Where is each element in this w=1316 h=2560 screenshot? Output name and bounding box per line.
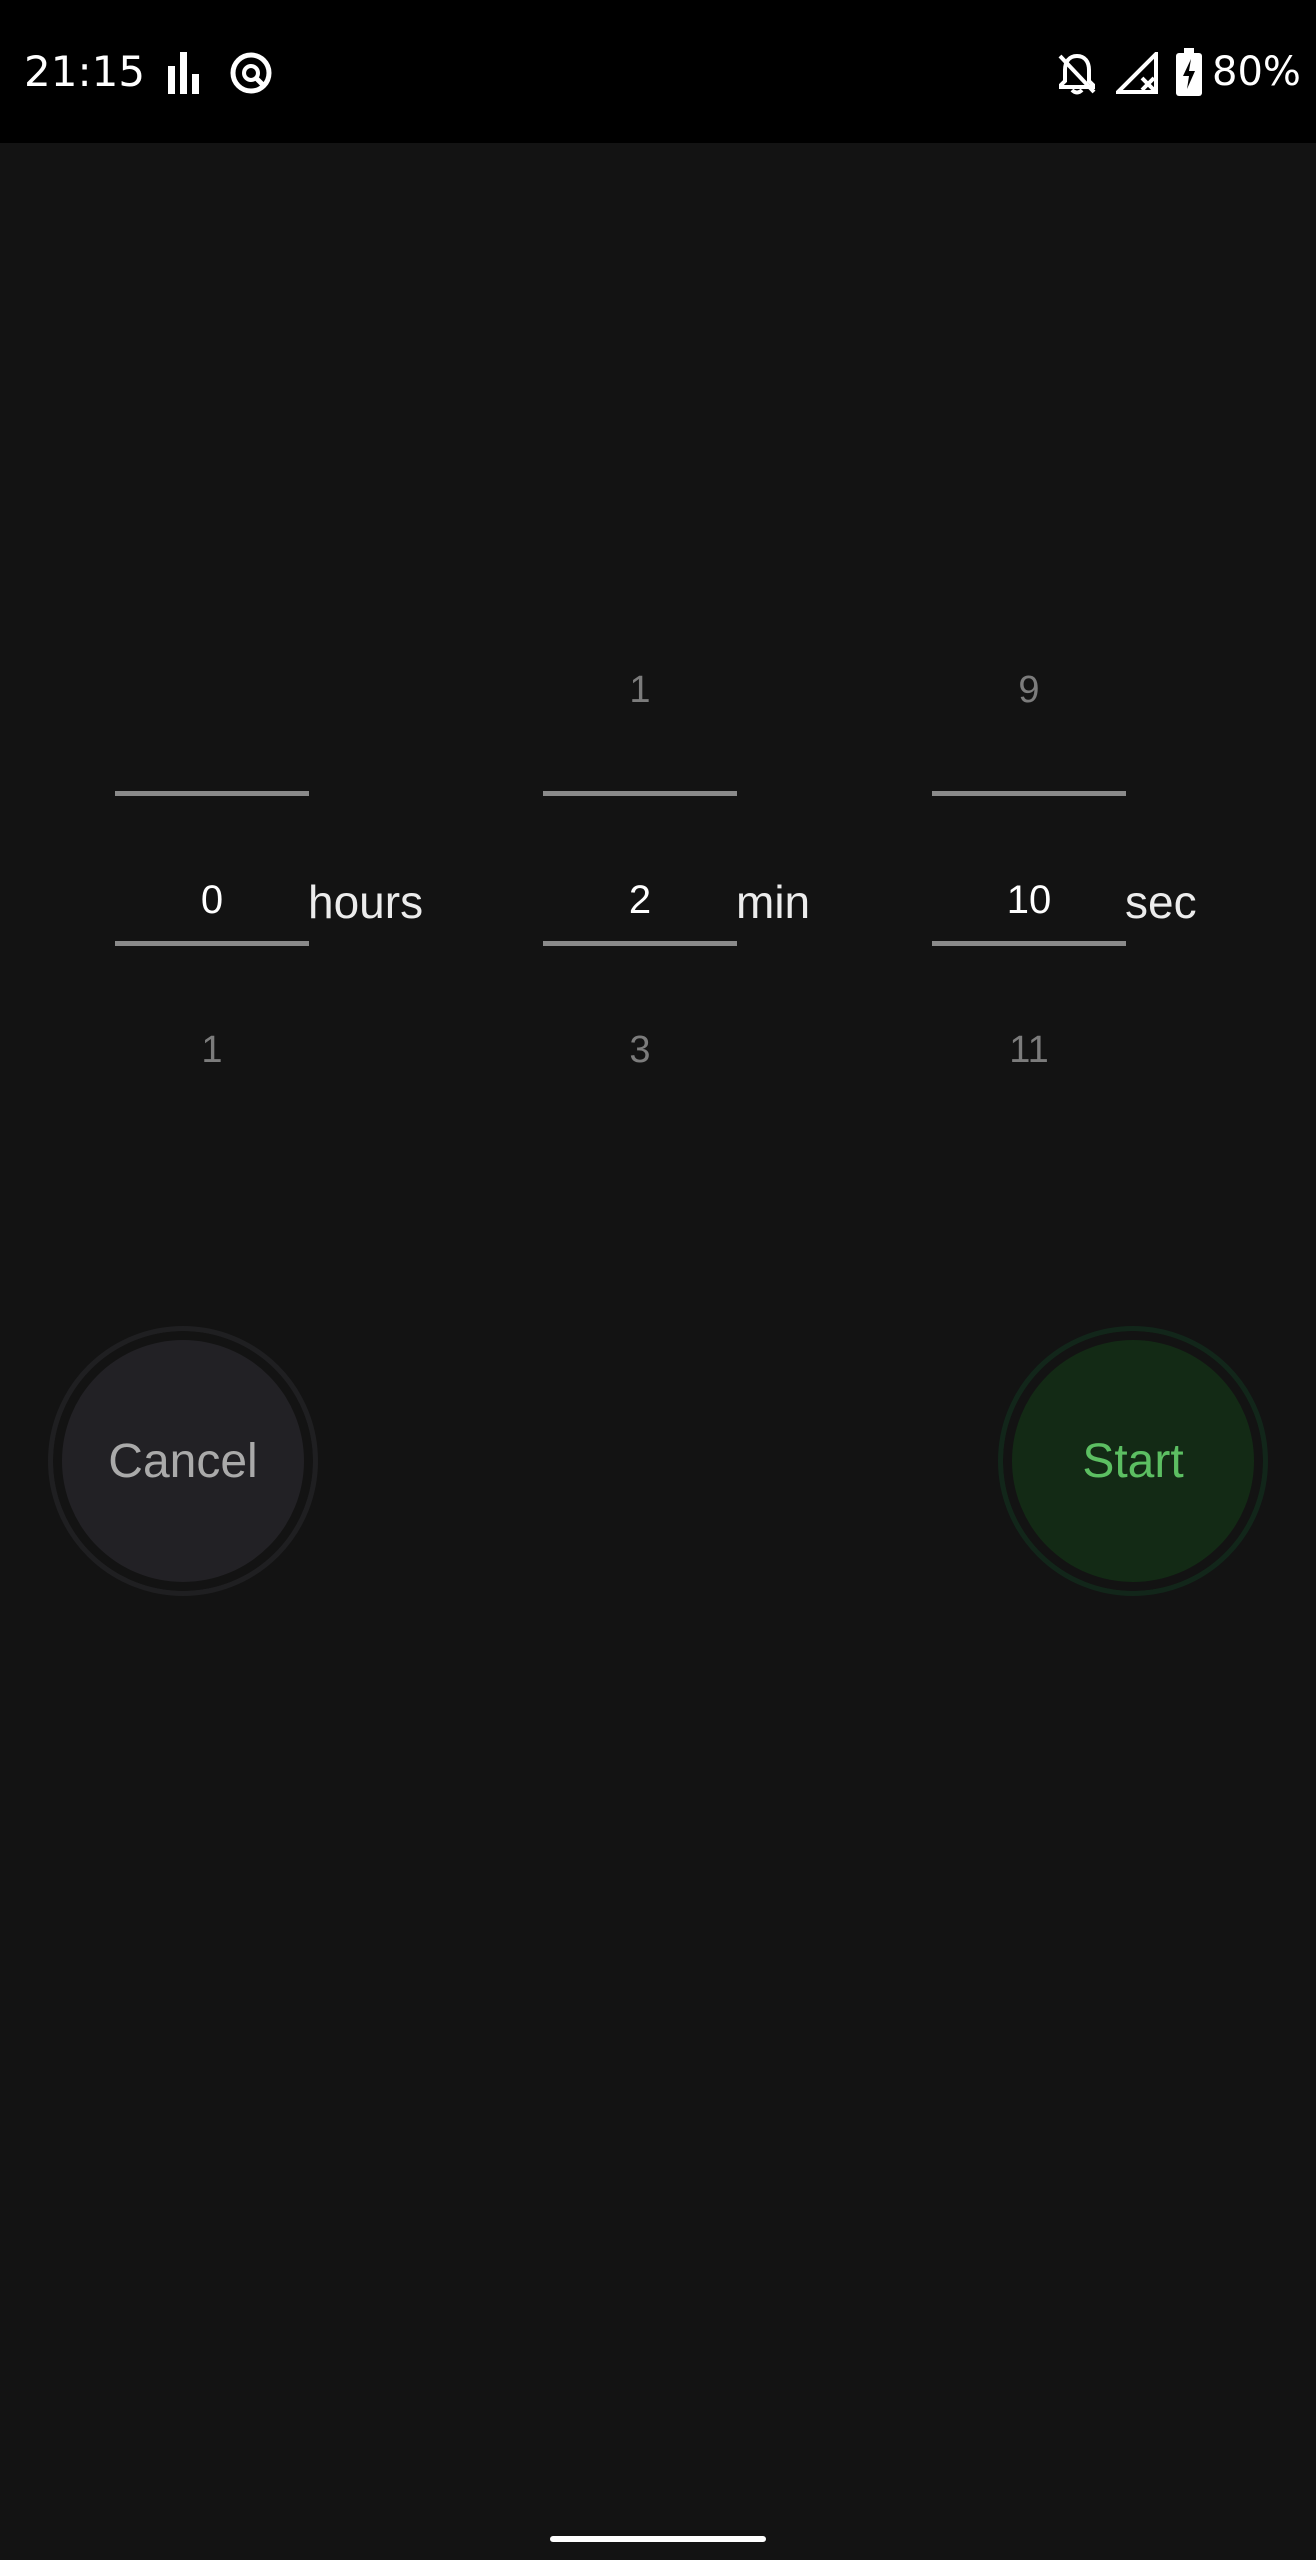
minutes-next-value[interactable]: 3 [543, 1025, 737, 1075]
notifications-off-icon [1056, 52, 1098, 101]
seconds-top-divider [932, 791, 1126, 796]
minutes-selected-value[interactable]: 2 [543, 870, 737, 930]
battery-charging-icon [1176, 48, 1202, 101]
start-button[interactable]: Start [998, 1326, 1268, 1596]
minutes-previous-value[interactable]: 1 [543, 665, 737, 715]
seconds-bottom-divider [932, 941, 1126, 946]
minutes-top-divider [543, 791, 737, 796]
minutes-picker[interactable]: 1 2 3 min [543, 660, 843, 1080]
no-signal-icon [1113, 49, 1158, 99]
hours-next-value[interactable]: 1 [115, 1025, 309, 1075]
battery-percentage: 80% [1212, 49, 1301, 95]
data-saver-icon [228, 50, 274, 101]
seconds-selected-value[interactable]: 10 [932, 870, 1126, 930]
hours-top-divider [115, 791, 309, 796]
hours-selected-value[interactable]: 0 [115, 870, 309, 930]
seconds-unit-label: sec [1125, 876, 1197, 928]
gesture-nav-bar[interactable] [550, 2536, 766, 2542]
hours-picker[interactable]: 0 1 hours [115, 660, 435, 1080]
status-time: 21:15 [24, 47, 146, 96]
start-button-label: Start [1082, 1434, 1184, 1488]
status-bar: 21:15 80% [0, 0, 1316, 143]
seconds-next-value[interactable]: 11 [932, 1025, 1126, 1075]
minutes-unit-label: min [736, 876, 811, 928]
minutes-bottom-divider [543, 941, 737, 946]
seconds-picker[interactable]: 9 10 11 sec [932, 660, 1232, 1080]
cancel-button[interactable]: Cancel [48, 1326, 318, 1596]
hours-unit-label: hours [308, 876, 424, 928]
signal-strength-icon [166, 52, 202, 99]
seconds-previous-value[interactable]: 9 [932, 665, 1126, 715]
hours-bottom-divider [115, 941, 309, 946]
cancel-button-label: Cancel [108, 1434, 258, 1488]
